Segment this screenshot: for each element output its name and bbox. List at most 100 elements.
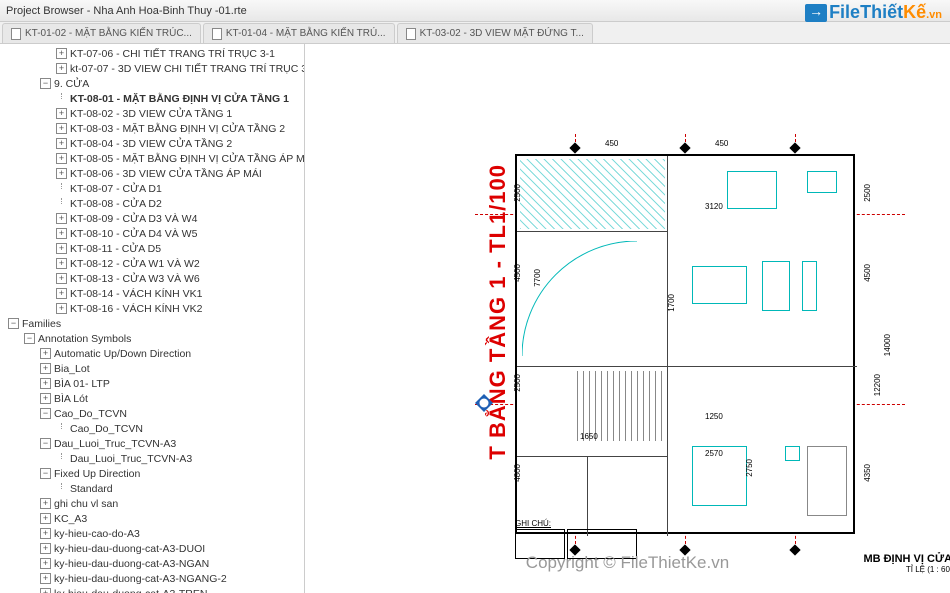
tab-kt-03-02[interactable]: KT-03-02 - 3D VIEW MẶT ĐỨNG T...	[397, 23, 593, 43]
tree-item[interactable]: +Automatic Up/Down Direction	[0, 346, 304, 361]
collapse-icon[interactable]: −	[40, 78, 51, 89]
collapse-icon[interactable]: −	[24, 333, 35, 344]
expand-icon[interactable]: +	[40, 543, 51, 554]
tree-item[interactable]: +KT-08-16 - VÁCH KÍNH VK2	[0, 301, 304, 316]
tree-item[interactable]: +KT-08-10 - CỬA D4 VÀ W5	[0, 226, 304, 241]
expand-icon[interactable]: +	[40, 393, 51, 404]
tree-item[interactable]: +ky-hieu-dau-duong-cat-A3-NGANG-2	[0, 571, 304, 586]
dimension: 2500	[513, 184, 522, 202]
tree-item[interactable]: +KT-08-04 - 3D VIEW CỬA TẦNG 2	[0, 136, 304, 151]
expand-icon[interactable]: +	[40, 558, 51, 569]
tree-item[interactable]: +ky-hieu-dau-duong-cat-A3-NGAN	[0, 556, 304, 571]
expand-icon[interactable]: +	[40, 363, 51, 374]
expand-icon[interactable]: +	[56, 303, 67, 314]
tree-item[interactable]: +KT-08-12 - CỬA W1 VÀ W2	[0, 256, 304, 271]
expand-icon[interactable]: +	[56, 228, 67, 239]
logo-text: File	[829, 2, 860, 22]
expand-icon[interactable]: +	[56, 123, 67, 134]
tab-kt-01-02[interactable]: KT-01-02 - MẶT BẰNG KIẾN TRÚC...	[2, 23, 201, 43]
tree-item[interactable]: KT-08-07 - CỬA D1	[0, 181, 304, 196]
expand-icon[interactable]: +	[40, 573, 51, 584]
tree-item[interactable]: +KT-08-14 - VÁCH KÍNH VK1	[0, 286, 304, 301]
tree-item-label: Annotation Symbols	[38, 333, 131, 345]
expand-icon[interactable]: +	[56, 138, 67, 149]
dimension: 2500	[863, 184, 872, 202]
tree-item[interactable]: +BÌA 01- LTP	[0, 376, 304, 391]
drawing-viewport[interactable]: T BẰNG TẦNG 1 - TL1/100	[305, 44, 950, 593]
tree-item-label: KC_A3	[54, 513, 87, 525]
expand-icon[interactable]: +	[40, 528, 51, 539]
expand-icon[interactable]: +	[40, 498, 51, 509]
expand-icon[interactable]: +	[40, 513, 51, 524]
tree-item[interactable]: −Fixed Up Direction	[0, 466, 304, 481]
tree-item[interactable]: +ghi chu vl san	[0, 496, 304, 511]
collapse-icon[interactable]: −	[40, 468, 51, 479]
expand-icon[interactable]: +	[40, 588, 51, 593]
expand-icon[interactable]: +	[56, 108, 67, 119]
tree-item[interactable]: +ky-hieu-dau-duong-cat-A3-DUOI	[0, 541, 304, 556]
logo-icon	[805, 4, 827, 22]
tree-item[interactable]: +KT-08-09 - CỬA D3 VÀ W4	[0, 211, 304, 226]
tab-label: KT-01-04 - MẶT BẰNG KIẾN TRÚ...	[226, 28, 386, 39]
tree-item-label: KT-08-12 - CỬA W1 VÀ W2	[70, 258, 200, 270]
stair	[577, 371, 662, 441]
tree-leaf-indicator	[56, 483, 67, 494]
tree-item-label: KT-08-06 - 3D VIEW CỬA TẦNG ÁP MÁI	[70, 168, 262, 180]
project-browser-tree[interactable]: +KT-07-06 - CHI TIẾT TRANG TRÍ TRỤC 3-1+…	[0, 44, 305, 593]
expand-icon[interactable]: +	[56, 168, 67, 179]
expand-icon[interactable]: +	[40, 378, 51, 389]
tree-item-label: Automatic Up/Down Direction	[54, 348, 191, 360]
tree-item-label: ky-hieu-dau-duong-cat-A3-DUOI	[54, 543, 205, 555]
tree-item[interactable]: +KT-08-05 - MẶT BẰNG ĐỊNH VỊ CỬA TẦNG ÁP…	[0, 151, 304, 166]
tree-item[interactable]: KT-08-08 - CỬA D2	[0, 196, 304, 211]
dimension: 4500	[513, 264, 522, 282]
tree-item[interactable]: +KT-08-03 - MẶT BẰNG ĐỊNH VỊ CỬA TẦNG 2	[0, 121, 304, 136]
tree-item-label: BÌA Lót	[54, 393, 88, 405]
tree-item[interactable]: +KT-08-06 - 3D VIEW CỬA TẦNG ÁP MÁI	[0, 166, 304, 181]
tree-item[interactable]: −Annotation Symbols	[0, 331, 304, 346]
tree-item[interactable]: +ky-hieu-dau-duong-cat-A3-TREN	[0, 586, 304, 593]
grid-marker	[789, 142, 800, 153]
tree-item-label: 9. CỬA	[54, 78, 89, 90]
tree-item[interactable]: +Bia_Lot	[0, 361, 304, 376]
document-icon	[212, 28, 222, 40]
tree-item[interactable]: +KT-08-02 - 3D VIEW CỬA TẦNG 1	[0, 106, 304, 121]
tree-item-label: ky-hieu-dau-duong-cat-A3-NGAN	[54, 558, 209, 570]
expand-icon[interactable]: +	[56, 243, 67, 254]
tree-item[interactable]: Cao_Do_TCVN	[0, 421, 304, 436]
dimension: 4350	[863, 464, 872, 482]
tree-item-label: KT-08-08 - CỬA D2	[70, 198, 162, 210]
expand-icon[interactable]: +	[56, 288, 67, 299]
tree-item[interactable]: −9. CỬA	[0, 76, 304, 91]
tree-item[interactable]: −Dau_Luoi_Truc_TCVN-A3	[0, 436, 304, 451]
tree-item[interactable]: KT-08-01 - MẶT BẰNG ĐỊNH VỊ CỬA TẦNG 1	[0, 91, 304, 106]
tree-item[interactable]: +KT-08-13 - CỬA W3 VÀ W6	[0, 271, 304, 286]
tree-item-label: KT-08-01 - MẶT BẰNG ĐỊNH VỊ CỬA TẦNG 1	[70, 93, 289, 105]
tree-item[interactable]: +KT-07-06 - CHI TIẾT TRANG TRÍ TRỤC 3-1	[0, 46, 304, 61]
tree-item[interactable]: −Cao_Do_TCVN	[0, 406, 304, 421]
floor-plan-drawing: T BẰNG TẦNG 1 - TL1/100	[405, 114, 905, 554]
expand-icon[interactable]: +	[56, 213, 67, 224]
expand-icon[interactable]: +	[56, 48, 67, 59]
tree-item[interactable]: +kt-07-07 - 3D VIEW CHI TIẾT TRANG TRÍ T…	[0, 61, 304, 76]
elevation-marker[interactable]	[475, 394, 493, 412]
tree-item-label: kt-07-07 - 3D VIEW CHI TIẾT TRANG TRÍ TR…	[70, 63, 305, 75]
tree-item[interactable]: +KT-08-11 - CỬA D5	[0, 241, 304, 256]
expand-icon[interactable]: +	[56, 258, 67, 269]
collapse-icon[interactable]: −	[40, 408, 51, 419]
collapse-icon[interactable]: −	[8, 318, 19, 329]
tree-item[interactable]: +KC_A3	[0, 511, 304, 526]
parking-arc	[522, 241, 662, 361]
expand-icon[interactable]: +	[56, 63, 67, 74]
tree-item[interactable]: Standard	[0, 481, 304, 496]
expand-icon[interactable]: +	[56, 273, 67, 284]
expand-icon[interactable]: +	[56, 153, 67, 164]
tree-item[interactable]: +ky-hieu-cao-do-A3	[0, 526, 304, 541]
tree-item[interactable]: Dau_Luoi_Truc_TCVN-A3	[0, 451, 304, 466]
tab-kt-01-04[interactable]: KT-01-04 - MẶT BẰNG KIẾN TRÚ...	[203, 23, 395, 43]
expand-icon[interactable]: +	[40, 348, 51, 359]
tree-item[interactable]: +BÌA Lót	[0, 391, 304, 406]
tree-item-label: Cao_Do_TCVN	[70, 423, 143, 435]
tree-item[interactable]: −Families	[0, 316, 304, 331]
collapse-icon[interactable]: −	[40, 438, 51, 449]
